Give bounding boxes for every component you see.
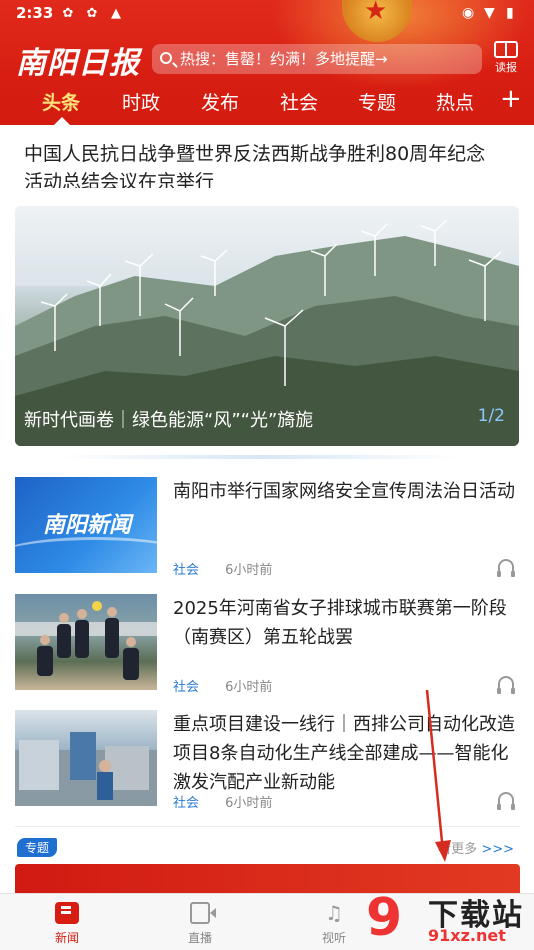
news-title: 2025年河南省女子排球城市联赛第一阶段（南赛区）第五轮战罢 bbox=[173, 598, 507, 648]
watermark-url: 91xz.net bbox=[428, 926, 506, 945]
special-badge: 专题 bbox=[17, 838, 58, 857]
news-time: 6小时前 bbox=[225, 680, 273, 695]
volleyball-photo bbox=[15, 601, 157, 680]
banner-caption: 新时代画卷｜绿色能源“风”“光”旖旎 bbox=[24, 410, 314, 431]
read-paper-button[interactable]: 读报 bbox=[492, 41, 520, 75]
news-thumbnail bbox=[15, 710, 157, 806]
news-category: 社会 bbox=[173, 796, 200, 811]
add-channel-icon[interactable]: + bbox=[500, 84, 522, 114]
notification-icon: ✿ bbox=[62, 6, 74, 21]
search-icon bbox=[160, 52, 172, 64]
news-thumbnail: 南阳新闻 bbox=[15, 477, 157, 573]
tab-society[interactable]: 社会 bbox=[280, 88, 318, 115]
nav-news[interactable]: 新闻 bbox=[27, 902, 107, 946]
factory-photo bbox=[15, 732, 157, 806]
see-more-link[interactable]: 看更多 >>> bbox=[438, 838, 514, 857]
news-time: 6小时前 bbox=[225, 796, 273, 811]
headphones-icon[interactable] bbox=[497, 676, 515, 694]
nav-media[interactable]: ♫ 视听 bbox=[294, 902, 374, 946]
news-thumbnail bbox=[15, 594, 157, 690]
tab-release[interactable]: 发布 bbox=[201, 88, 239, 115]
news-category: 社会 bbox=[173, 563, 200, 578]
news-meta: 社会 6小时前 bbox=[173, 792, 272, 811]
news-item[interactable]: 南阳新闻 南阳市举行国家网络安全宣传周法治日活动 社会 6小时前 bbox=[15, 477, 520, 587]
news-category: 社会 bbox=[173, 680, 200, 695]
nav-live-label: 直播 bbox=[187, 931, 212, 945]
newspaper-icon bbox=[494, 41, 518, 58]
watermark: 9 下载站 91xz.net bbox=[366, 888, 534, 950]
nav-media-label: 视听 bbox=[321, 931, 346, 945]
nav-news-label: 新闻 bbox=[54, 931, 79, 945]
tab-hot[interactable]: 热点 bbox=[436, 88, 474, 115]
banner-carousel[interactable]: 新时代画卷｜绿色能源“风”“光”旖旎 1/2 bbox=[15, 206, 519, 446]
news-item[interactable]: 重点项目建设一线行｜西排公司自动化改造项目8条自动化生产线全部建成——智能化激发… bbox=[15, 710, 520, 820]
news-title: 南阳市举行国家网络安全宣传周法治日活动 bbox=[173, 481, 515, 502]
search-bar[interactable]: 热搜：售罄！约满！多地提醒→ bbox=[152, 44, 482, 74]
headphones-icon[interactable] bbox=[497, 792, 515, 810]
search-placeholder: 热搜：售罄！约满！多地提醒→ bbox=[180, 50, 388, 68]
status-time: 2:33 bbox=[16, 4, 54, 22]
app-logo: 南阳日报 bbox=[16, 46, 140, 81]
thumbnail-logo-text: 南阳新闻 bbox=[43, 512, 132, 538]
tab-politics[interactable]: 时政 bbox=[122, 88, 160, 115]
headline-text[interactable]: 中国人民抗日战争暨世界反法西斯战争胜利80周年纪念活动总结会议在京举行 bbox=[24, 140, 504, 188]
camera-icon bbox=[190, 902, 216, 924]
headphones-icon[interactable] bbox=[497, 559, 515, 577]
notification-icon: ✿ bbox=[86, 6, 98, 21]
app-notification-icon: ▲ bbox=[111, 6, 121, 21]
news-title: 重点项目建设一线行｜西排公司自动化改造项目8条自动化生产线全部建成——智能化激发… bbox=[173, 714, 515, 793]
tab-special[interactable]: 专题 bbox=[358, 88, 396, 115]
banner-pager: 1/2 bbox=[477, 406, 505, 426]
channel-tabs: 头条 时政 发布 社会 专题 热点 bbox=[0, 82, 534, 122]
nav-live[interactable]: 直播 bbox=[160, 902, 240, 946]
news-icon bbox=[55, 902, 79, 924]
see-more-label: 看更多 bbox=[438, 842, 478, 857]
section-divider bbox=[15, 826, 520, 827]
news-meta: 社会 6小时前 bbox=[173, 559, 272, 578]
location-icon: ◉ bbox=[462, 5, 475, 21]
thumbnail-wave bbox=[15, 537, 157, 573]
see-more-arrow: >>> bbox=[481, 842, 514, 857]
app-header: ★ 2:33 ✿ ✿ ▲ ◉ ▼ ▮ 南阳日报 热搜：售罄！约满！多地提醒→ 读… bbox=[0, 0, 534, 125]
banner-divider bbox=[60, 455, 460, 459]
wifi-icon: ▼ bbox=[484, 5, 495, 21]
news-meta: 社会 6小时前 bbox=[173, 676, 272, 695]
tab-headline[interactable]: 头条 bbox=[42, 88, 80, 115]
music-icon: ♫ bbox=[325, 901, 343, 925]
news-time: 6小时前 bbox=[225, 563, 273, 578]
battery-icon: ▮ bbox=[506, 5, 514, 21]
tab-indicator bbox=[54, 117, 70, 125]
news-item[interactable]: 2025年河南省女子排球城市联赛第一阶段（南赛区）第五轮战罢 社会 6小时前 bbox=[15, 594, 520, 704]
watermark-logo: 9 bbox=[366, 888, 403, 948]
read-paper-label: 读报 bbox=[495, 61, 517, 74]
status-bar: 2:33 ✿ ✿ ▲ ◉ ▼ ▮ bbox=[0, 0, 534, 28]
